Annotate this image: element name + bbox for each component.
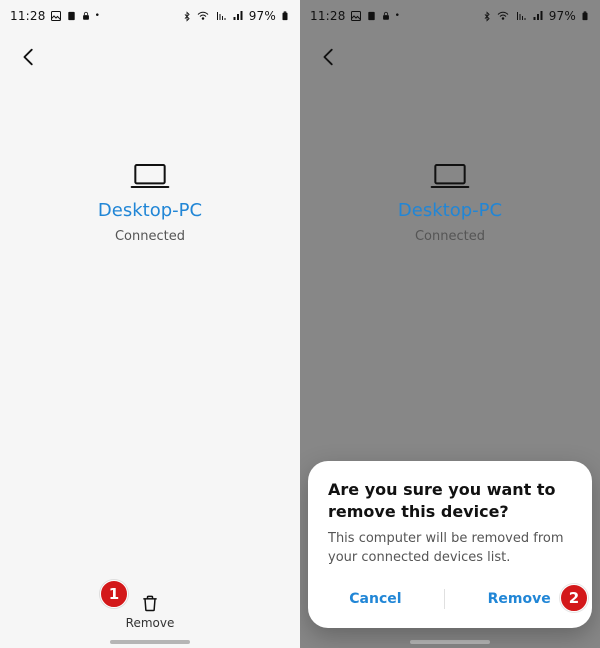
back-button[interactable] <box>14 42 44 72</box>
remove-action[interactable]: Remove <box>0 592 300 630</box>
device-name: Desktop-PC <box>98 200 202 221</box>
lock-icon <box>81 10 91 22</box>
device-status: Connected <box>415 229 485 244</box>
status-dot: • <box>95 11 101 21</box>
image-icon <box>50 10 62 22</box>
status-right: 97% <box>482 9 590 23</box>
step-badge-1: 1 <box>100 580 128 608</box>
device-card: Desktop-PC Connected <box>300 160 600 244</box>
card-icon <box>66 10 77 22</box>
home-indicator[interactable] <box>110 640 190 644</box>
status-left: 11:28 • <box>10 9 100 23</box>
remove-button[interactable]: Remove <box>488 591 551 607</box>
battery-percent: 97% <box>249 9 276 23</box>
status-time: 11:28 <box>310 9 346 23</box>
cancel-button[interactable]: Cancel <box>349 591 401 607</box>
status-left: 11:28 • <box>310 9 400 23</box>
battery-icon <box>580 9 590 23</box>
battery-percent: 97% <box>549 9 576 23</box>
bluetooth-icon <box>482 10 492 23</box>
phone-left: 11:28 • 97% Desktop-PC Conn <box>0 0 300 648</box>
status-bar: 11:28 • 97% <box>300 0 600 32</box>
device-name: Desktop-PC <box>398 200 502 221</box>
device-status: Connected <box>115 229 185 244</box>
lock-icon <box>381 10 391 22</box>
device-card: Desktop-PC Connected <box>0 160 300 244</box>
dialog-body: This computer will be removed from your … <box>328 530 572 568</box>
status-bar: 11:28 • 97% <box>0 0 300 32</box>
signal-icon <box>232 10 245 22</box>
dialog-divider <box>444 589 445 609</box>
trash-icon <box>140 592 160 614</box>
image-icon <box>350 10 362 22</box>
phone-right: 11:28 • 97% Desktop-PC Conn <box>300 0 600 648</box>
bluetooth-icon <box>182 10 192 23</box>
status-right: 97% <box>182 9 290 23</box>
remove-label: Remove <box>126 616 175 630</box>
back-button[interactable] <box>314 42 344 72</box>
battery-icon <box>280 9 290 23</box>
status-dot: • <box>395 11 401 21</box>
wifi-calling-icon <box>496 10 510 22</box>
volte-icon <box>214 10 228 22</box>
status-time: 11:28 <box>10 9 46 23</box>
home-indicator[interactable] <box>410 640 490 644</box>
laptop-icon <box>428 160 472 192</box>
signal-icon <box>532 10 545 22</box>
step-badge-2: 2 <box>560 584 588 612</box>
chevron-left-icon <box>318 46 340 68</box>
dialog-title: Are you sure you want to remove this dev… <box>328 479 572 522</box>
laptop-icon <box>128 160 172 192</box>
two-phone-comparison: 11:28 • 97% Desktop-PC Conn <box>0 0 600 648</box>
dialog-actions: Cancel Remove <box>328 582 572 616</box>
volte-icon <box>514 10 528 22</box>
wifi-calling-icon <box>196 10 210 22</box>
confirm-dialog: Are you sure you want to remove this dev… <box>308 461 592 628</box>
chevron-left-icon <box>18 46 40 68</box>
card-icon <box>366 10 377 22</box>
